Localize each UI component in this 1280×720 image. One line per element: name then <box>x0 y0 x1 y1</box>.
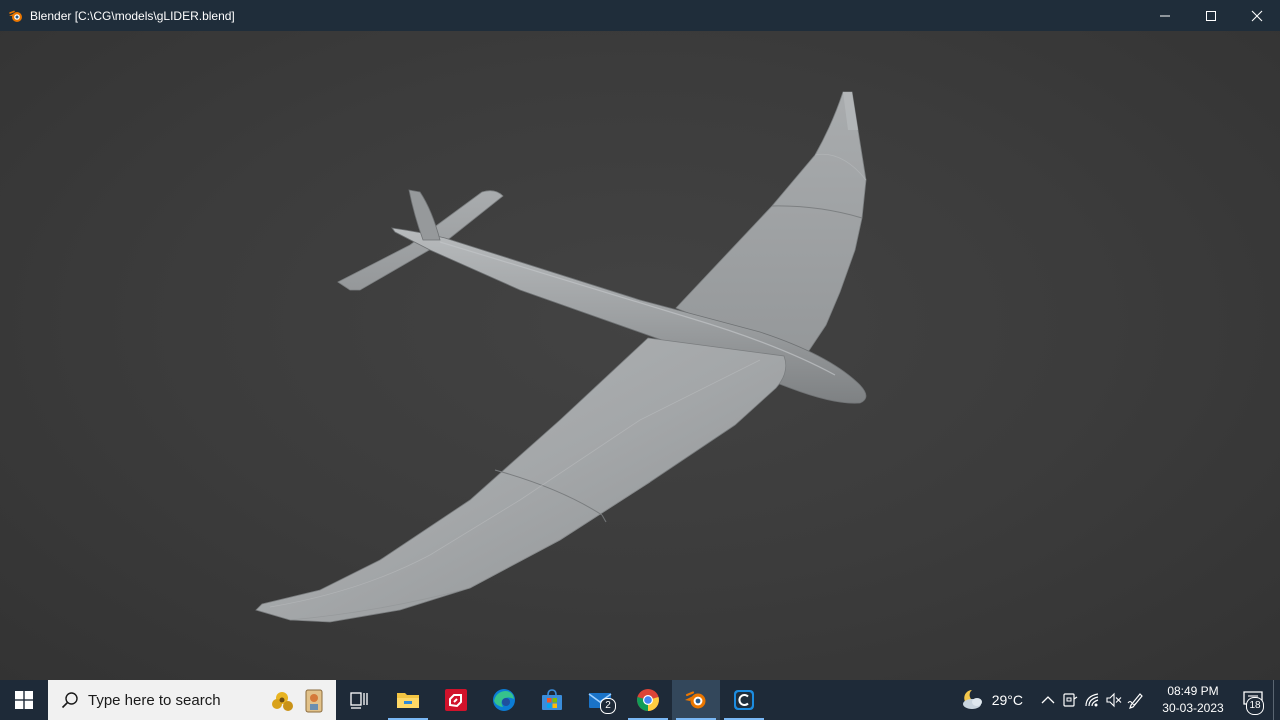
system-tray: 29°C 08:49 PM 30-03-2023 18 <box>960 680 1280 720</box>
edge-logo-icon <box>493 689 515 711</box>
clock-time: 08:49 PM <box>1167 684 1219 698</box>
speaker-muted-icon <box>1106 692 1122 708</box>
folder-icon <box>397 693 419 708</box>
microsoft-store-button[interactable] <box>528 680 576 720</box>
title-bar[interactable]: Blender [C:\CG\models\gLIDER.blend] <box>0 0 1280 31</box>
amd-logo-icon <box>445 689 467 711</box>
task-view-icon <box>350 692 368 709</box>
glider-model[interactable] <box>0 31 1280 680</box>
meet-now-button[interactable] <box>1058 680 1082 720</box>
store-bag-icon <box>542 689 562 710</box>
notification-count-badge: 18 <box>1246 697 1264 715</box>
edge-browser-button[interactable] <box>480 680 528 720</box>
file-explorer-button[interactable] <box>384 680 432 720</box>
window-title: Blender [C:\CG\models\gLIDER.blend] <box>30 8 235 23</box>
amd-software-button[interactable] <box>432 680 480 720</box>
search-highlight-art <box>268 684 330 716</box>
action-center-button[interactable]: 18 <box>1233 680 1273 720</box>
taskbar-clock[interactable]: 08:49 PM 30-03-2023 <box>1155 683 1231 717</box>
right-wing <box>675 91 867 353</box>
left-wing <box>255 337 787 623</box>
weather-widget[interactable]: 29°C <box>960 688 1023 712</box>
minimize-button[interactable] <box>1142 0 1188 31</box>
minimize-icon <box>1160 15 1170 16</box>
close-icon <box>1251 10 1263 21</box>
blender-logo-icon <box>685 691 706 709</box>
partly-cloudy-night-icon <box>962 690 982 709</box>
maximize-button[interactable] <box>1188 0 1234 31</box>
chrome-logo-icon <box>637 689 659 711</box>
taskbar: Type here to search 2 29°C 08:49 PM 30-0… <box>0 680 1280 720</box>
blender-taskbar-button[interactable] <box>672 680 720 720</box>
blender-window: Blender [C:\CG\models\gLIDER.blend] <box>0 0 1280 680</box>
network-button[interactable] <box>1080 680 1104 720</box>
chevron-up-icon <box>1041 696 1055 704</box>
show-hidden-icons-button[interactable] <box>1036 680 1060 720</box>
windows-logo-icon <box>15 691 33 709</box>
task-view-button[interactable] <box>336 680 384 720</box>
mail-unread-badge: 2 <box>600 698 616 714</box>
chrome-browser-button[interactable] <box>624 680 672 720</box>
volume-button[interactable] <box>1102 680 1126 720</box>
taskbar-search-box[interactable]: Type here to search <box>48 680 336 720</box>
clock-date: 30-03-2023 <box>1162 701 1224 715</box>
search-icon <box>60 690 80 710</box>
temperature-label: 29°C <box>991 692 1023 708</box>
3d-viewport[interactable] <box>0 31 1280 680</box>
c-app-icon <box>734 690 754 710</box>
c-app-button[interactable] <box>720 680 768 720</box>
show-desktop-button[interactable] <box>1273 680 1280 720</box>
start-button[interactable] <box>0 680 48 720</box>
blender-logo-icon <box>8 8 24 24</box>
pen-workspace-button[interactable] <box>1124 680 1148 720</box>
close-button[interactable] <box>1234 0 1280 31</box>
meet-now-icon <box>1063 693 1078 707</box>
wifi-icon <box>1085 693 1099 707</box>
maximize-icon <box>1206 10 1216 21</box>
pen-icon <box>1127 693 1143 709</box>
mail-button[interactable]: 2 <box>576 680 624 720</box>
search-placeholder: Type here to search <box>88 691 221 709</box>
